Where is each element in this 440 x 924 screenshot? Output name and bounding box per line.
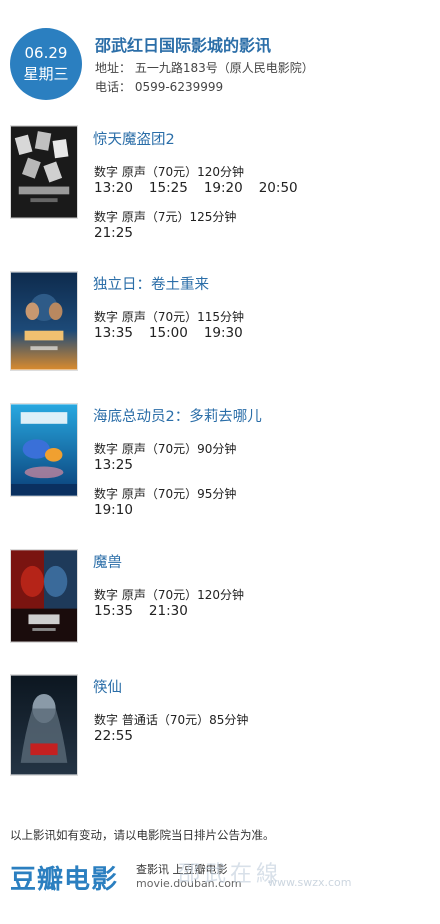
showtime[interactable]: 15:35 [94,603,133,619]
date-badge: 06.29 星期三 [10,28,82,100]
cinema-phone[interactable]: 电话： 0599-6239999 [95,78,223,95]
poster-image [11,550,77,642]
showing-times: 13:25 [94,457,149,473]
showing-times: 13:35 15:00 19:30 [94,325,259,341]
movie-poster[interactable] [10,674,78,776]
showing-times: 21:25 [94,225,149,241]
showtime[interactable]: 20:50 [259,180,298,196]
showtime[interactable]: 21:25 [94,225,133,241]
showtime[interactable]: 19:10 [94,502,133,518]
showtime[interactable]: 19:20 [204,180,243,196]
disclaimer: 以上影讯如有变动，请以电影院当日排片公告为准。 [10,828,275,842]
movie-poster[interactable] [10,549,78,643]
showtime[interactable]: 15:25 [149,180,188,196]
movie-poster[interactable] [10,271,78,371]
douban-movie-logo[interactable]: 豆瓣电影 [10,859,118,896]
showing-format: 数字 普通话（70元）85分钟 [94,713,249,727]
movie-title[interactable]: 独立日：卷土重来 [93,273,209,294]
showing-times: 13:20 15:25 19:20 20:50 [94,180,314,196]
poster-image [11,272,77,370]
showtime[interactable]: 22:55 [94,728,133,744]
showtime[interactable]: 13:25 [94,457,133,473]
showing-format: 数字 原声（70元）120分钟 [94,165,244,179]
showing-format: 数字 原声（7元）125分钟 [94,210,237,224]
movie-poster[interactable] [10,403,78,497]
watermark: 邵武在線 [178,862,283,887]
showtime[interactable]: 15:00 [149,325,188,341]
watermark-url: www.swzx.com [268,876,352,889]
cinema-name[interactable]: 邵武红日国际影城的影讯 [95,32,271,56]
showing-times: 15:35 21:30 [94,603,204,619]
movie-title[interactable]: 筷仙 [93,676,122,697]
weekday-text: 星期三 [23,65,69,83]
poster-image [11,675,77,775]
showing-times: 19:10 [94,502,149,518]
showing-format: 数字 原声（70元）120分钟 [94,588,244,602]
cinema-address: 地址： 五一九路183号（原人民电影院） [95,61,314,75]
showing-format: 数字 原声（70元）115分钟 [94,310,244,324]
showing-format: 数字 原声（70元）90分钟 [94,442,237,456]
date-text: 06.29 [24,44,68,62]
showtime[interactable]: 13:35 [94,325,133,341]
showing-format: 数字 原声（70元）95分钟 [94,487,237,501]
movie-title[interactable]: 惊天魔盗团2 [93,128,175,149]
movie-poster[interactable] [10,125,78,219]
header: 06.29 星期三 邵武红日国际影城的影讯 地址： 五一九路183号（原人民电影… [0,0,440,110]
showtime[interactable]: 19:30 [204,325,243,341]
poster-image [11,126,77,218]
movie-title[interactable]: 海底总动员2：多莉去哪儿 [93,405,262,426]
showtime[interactable]: 13:20 [94,180,133,196]
showtime[interactable]: 21:30 [149,603,188,619]
showing-times: 22:55 [94,728,149,744]
poster-image [11,404,77,496]
movie-title[interactable]: 魔兽 [93,551,122,572]
